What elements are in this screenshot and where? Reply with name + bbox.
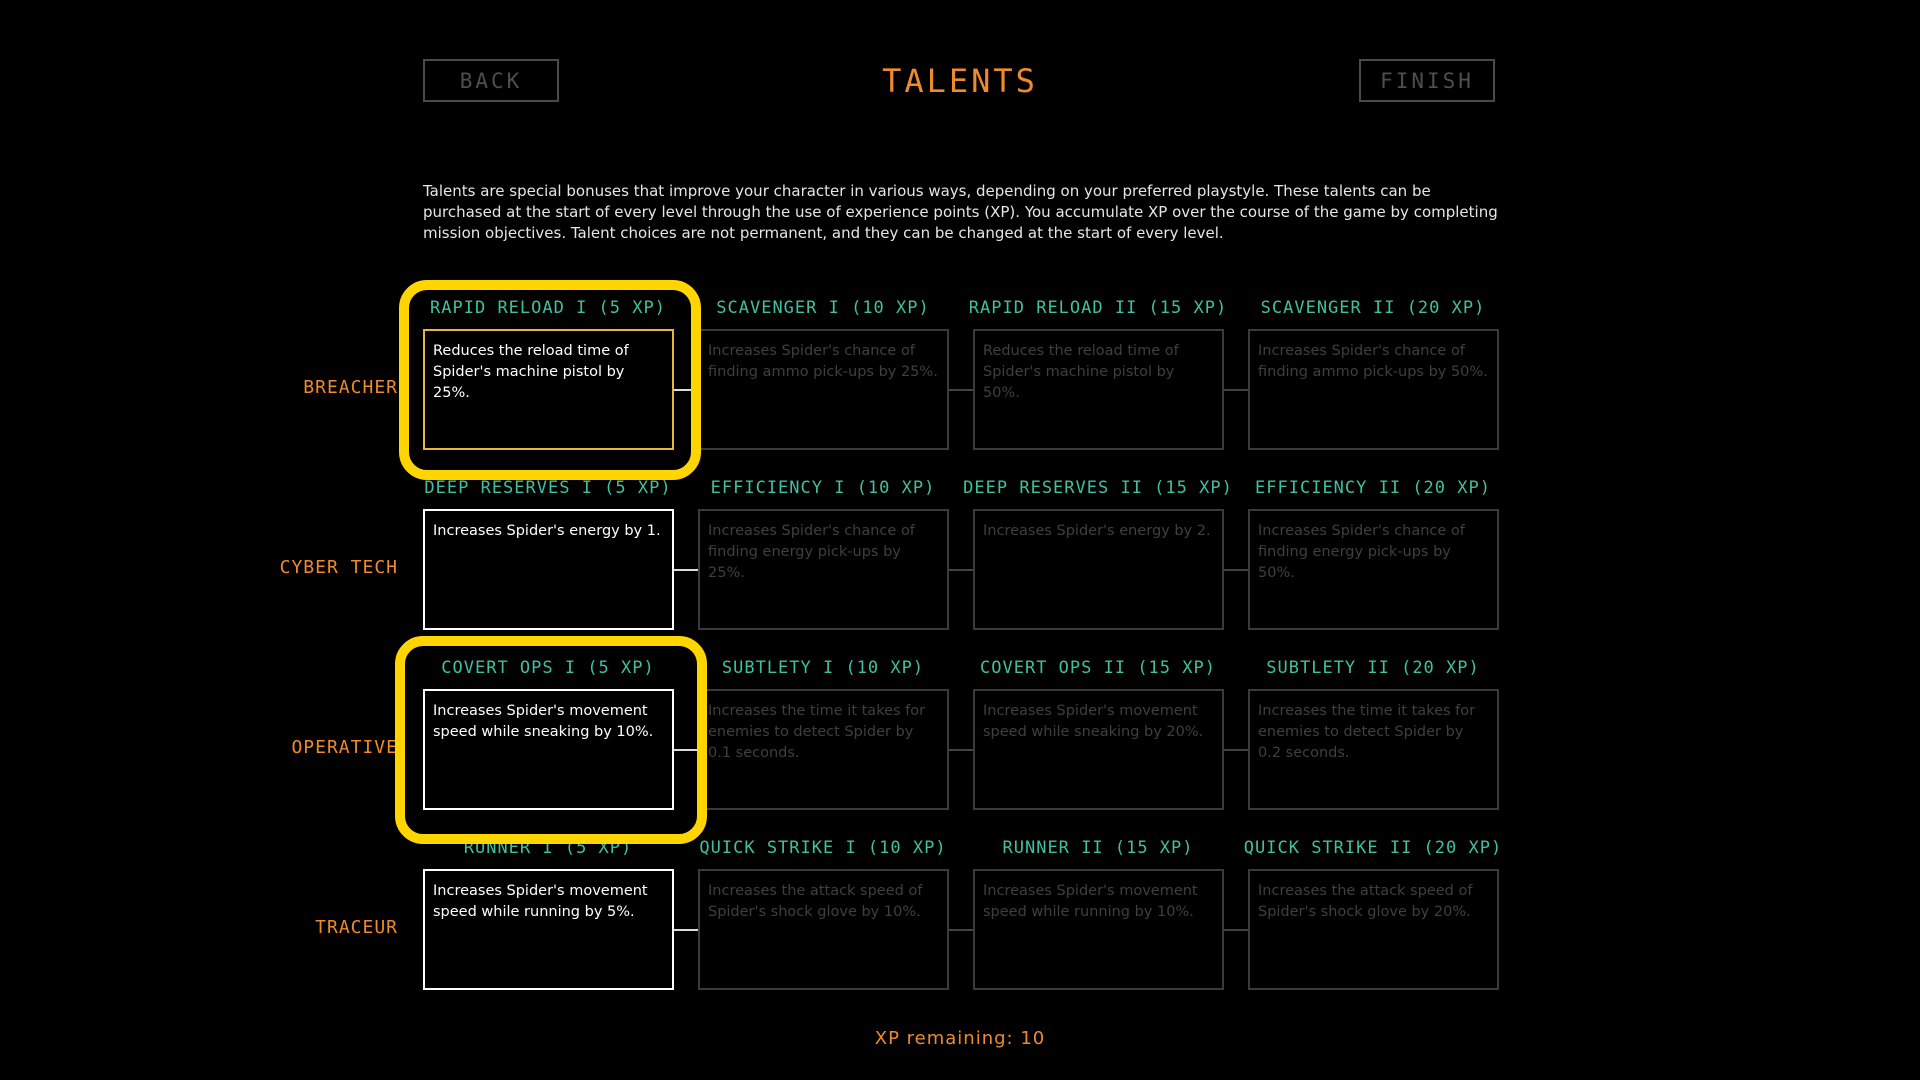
talent-description: Increases Spider's movement speed while … (433, 703, 654, 740)
row-label-operative: OPERATIVE (291, 737, 398, 758)
talent-description: Increases Spider's chance of finding amm… (1258, 343, 1488, 380)
talent-card-rapid-reload-i[interactable]: Reduces the reload time of Spider's mach… (423, 329, 674, 450)
talent-connector (1224, 929, 1248, 931)
talent-connector (1224, 749, 1248, 751)
talent-name: SUBTLETY II (20 XP) (1266, 658, 1480, 678)
row-label-traceur: TRACEUR (315, 917, 398, 938)
talent-card-subtlety-ii[interactable]: Increases the time it takes for enemies … (1248, 689, 1499, 810)
talent-connector (674, 929, 698, 931)
talent-card-covert-ops-ii[interactable]: Increases Spider's movement speed while … (973, 689, 1224, 810)
talent-connector (949, 929, 973, 931)
talent-name: EFFICIENCY II (20 XP) (1255, 478, 1491, 498)
talent-name: COVERT OPS II (15 XP) (980, 658, 1216, 678)
xp-remaining: XP remaining: 10 (874, 1028, 1046, 1049)
talent-card-efficiency-ii[interactable]: Increases Spider's chance of finding ene… (1248, 509, 1499, 630)
talent-name: SCAVENGER II (20 XP) (1260, 298, 1486, 318)
talent-connector (949, 749, 973, 751)
intro-text: Talents are special bonuses that improve… (423, 182, 1498, 242)
talent-card-deep-reserves-ii[interactable]: Increases Spider's energy by 2. (973, 509, 1224, 630)
talent-name: DEEP RESERVES II (15 XP) (963, 478, 1233, 498)
talent-card-efficiency-i[interactable]: Increases Spider's chance of finding ene… (698, 509, 949, 630)
talent-name: DEEP RESERVES I (5 XP) (424, 478, 672, 498)
talent-connector (1224, 389, 1248, 391)
talent-card-quick-strike-i[interactable]: Increases the attack speed of Spider's s… (698, 869, 949, 990)
talent-card-deep-reserves-i[interactable]: Increases Spider's energy by 1. (423, 509, 674, 630)
talent-name: SUBTLETY I (10 XP) (721, 658, 925, 678)
talent-card-covert-ops-i[interactable]: Increases Spider's movement speed while … (423, 689, 674, 810)
talent-name: SCAVENGER I (10 XP) (716, 298, 930, 318)
talent-card-rapid-reload-ii[interactable]: Reduces the reload time of Spider's mach… (973, 329, 1224, 450)
talent-description: Increases Spider's movement speed while … (983, 883, 1198, 920)
talent-description: Increases Spider's energy by 2. (983, 523, 1211, 539)
talent-card-scavenger-ii[interactable]: Increases Spider's chance of finding amm… (1248, 329, 1499, 450)
talent-connector (674, 749, 698, 751)
row-label-breacher: BREACHER (303, 377, 398, 398)
finish-button[interactable]: FINISH (1359, 59, 1495, 102)
talent-name: RUNNER I (5 XP) (463, 838, 633, 858)
talent-connector (949, 569, 973, 571)
talent-description: Increases Spider's chance of finding amm… (708, 343, 938, 380)
talent-card-runner-ii[interactable]: Increases Spider's movement speed while … (973, 869, 1224, 990)
talent-description: Increases the attack speed of Spider's s… (708, 883, 923, 920)
talent-name: COVERT OPS I (5 XP) (441, 658, 655, 678)
talent-card-runner-i[interactable]: Increases Spider's movement speed while … (423, 869, 674, 990)
talent-description: Increases the time it takes for enemies … (708, 703, 926, 761)
talent-name: QUICK STRIKE I (10 XP) (699, 838, 947, 858)
talent-name: QUICK STRIKE II (20 XP) (1243, 838, 1503, 858)
talent-description: Increases the attack speed of Spider's s… (1258, 883, 1473, 920)
talent-name: RAPID RELOAD I (5 XP) (430, 298, 666, 318)
talent-name: RUNNER II (15 XP) (1002, 838, 1194, 858)
talent-description: Increases Spider's chance of finding ene… (1258, 523, 1465, 581)
talent-description: Increases Spider's chance of finding ene… (708, 523, 915, 581)
talent-card-subtlety-i[interactable]: Increases the time it takes for enemies … (698, 689, 949, 810)
page-title: TALENTS (882, 62, 1038, 100)
talent-description: Increases Spider's energy by 1. (433, 523, 661, 539)
talent-connector (1224, 569, 1248, 571)
talent-description: Increases Spider's movement speed while … (983, 703, 1204, 740)
back-button[interactable]: BACK (423, 59, 559, 102)
talent-connector (674, 389, 698, 391)
talent-card-quick-strike-ii[interactable]: Increases the attack speed of Spider's s… (1248, 869, 1499, 990)
talent-name: RAPID RELOAD II (15 XP) (968, 298, 1228, 318)
talent-connector (949, 389, 973, 391)
row-label-cyber-tech: CYBER TECH (279, 557, 398, 578)
talent-description: Reduces the reload time of Spider's mach… (433, 343, 629, 401)
talent-description: Increases the time it takes for enemies … (1258, 703, 1476, 761)
talent-connector (674, 569, 698, 571)
talent-name: EFFICIENCY I (10 XP) (710, 478, 936, 498)
talent-card-scavenger-i[interactable]: Increases Spider's chance of finding amm… (698, 329, 949, 450)
talent-description: Increases Spider's movement speed while … (433, 883, 648, 920)
talent-description: Reduces the reload time of Spider's mach… (983, 343, 1179, 401)
